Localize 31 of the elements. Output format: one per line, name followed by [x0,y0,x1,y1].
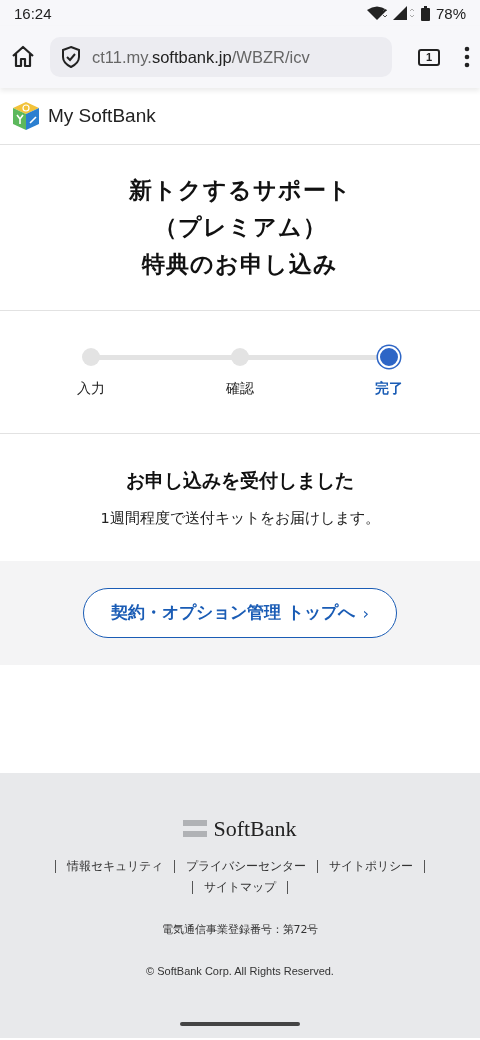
home-button[interactable] [10,44,36,70]
tab-count-button[interactable]: 1 [418,48,440,66]
footer-link[interactable]: サイトマップ [192,881,287,894]
footer-link[interactable]: プライバシーセンター [174,860,317,873]
signal-icon [392,6,415,20]
url-text: ct11.my.softbank.jp/WBZR/icv [92,47,310,67]
contract-top-button[interactable]: 契約・オプション管理 トップへ › [83,588,397,638]
step-label: 確認 [226,380,254,398]
success-message: 1週間程度で送付キットをお届けします。 [100,508,380,528]
wifi-icon [366,6,387,20]
address-bar[interactable]: ct11.my.softbank.jp/WBZR/icv [50,37,392,77]
step-label: 入力 [77,380,105,398]
brand-name: My SoftBank [48,105,156,127]
shield-check-icon [60,45,82,69]
step-label: 完了 [375,380,403,398]
menu-button[interactable] [464,46,470,68]
footer-logo-text: SoftBank [213,816,297,842]
footer-link[interactable]: サイトポリシー [317,860,424,873]
gesture-handle[interactable] [180,1022,300,1026]
clock-time: 16:24 [14,4,52,22]
softbank-bars-icon [183,820,208,838]
battery-icon [420,5,430,21]
success-heading: お申し込みを受付しました [126,468,354,493]
cube-logo-icon [12,101,40,131]
home-icon [10,44,36,70]
page-title: 新トクするサポート （プレミアム） 特典のお申し込み [0,145,480,311]
registration-number: 電気通信事業登録番号：第72号 [161,922,319,937]
copyright-text: © SoftBank Corp. All Rights Reserved. [146,965,334,977]
footer-link[interactable]: 情報セキュリティ [55,860,174,873]
battery-percent: 78% [435,4,466,22]
menu-icon [464,46,470,68]
